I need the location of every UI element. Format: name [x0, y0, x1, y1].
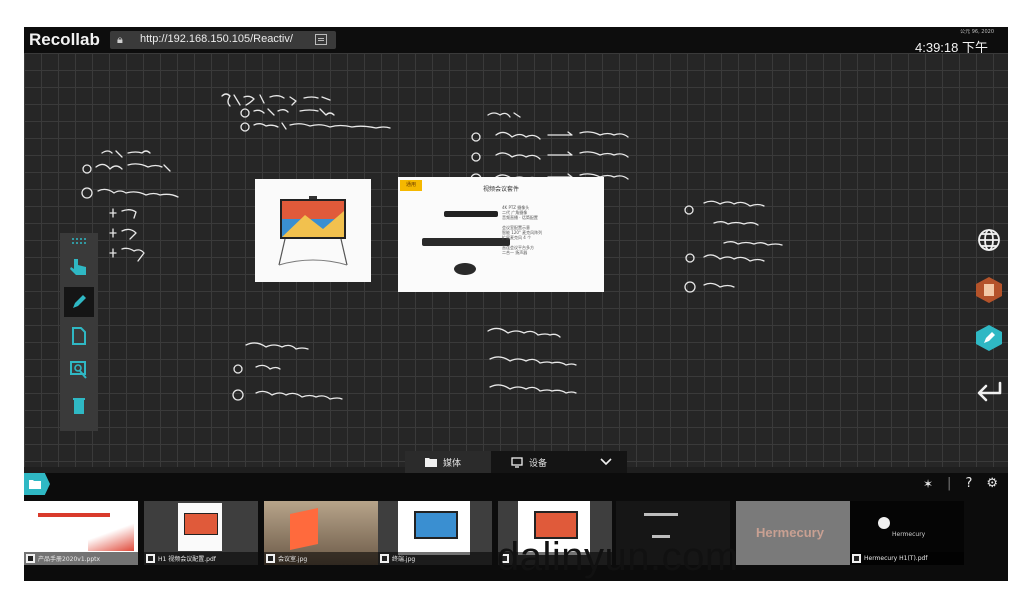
- pen-tool-button[interactable]: [64, 287, 94, 317]
- tray-item-caption: H1 视频会议配置.pdf: [144, 552, 258, 565]
- intro-preview-text: [644, 513, 678, 516]
- hermecury-preview-brand: Hermecury: [892, 531, 926, 538]
- tray-tools: ✶ | ? ⚙︎: [923, 476, 998, 491]
- image-file-icon: [380, 554, 389, 563]
- hand-pointer-icon: [70, 259, 86, 275]
- chevron-down-icon: [600, 458, 612, 466]
- select-tool-button[interactable]: [64, 251, 94, 281]
- browser-button[interactable]: [974, 225, 1004, 255]
- gear-icon[interactable]: ⚙︎: [986, 476, 998, 491]
- tab-devices-label: 设备: [529, 458, 548, 469]
- terminal-preview-screen: [414, 511, 458, 539]
- recollab-screen: Recollab 🔒︎ http://192.168.150.105/React…: [24, 27, 1008, 581]
- tray-item-hermecury-pdf[interactable]: Hermecury Hermecury H1(T).pdf: [850, 501, 964, 565]
- tray-item-meeting-room[interactable]: 会议室.jpg: [264, 501, 378, 565]
- slide-notes: 4K PTZ 摄像头 二代 广角摄像 音频直播 · 话筒配置 会议室配置示意 智…: [502, 205, 543, 255]
- app-launcher-button[interactable]: [974, 275, 1004, 305]
- note-tool-button[interactable]: [64, 321, 94, 351]
- url-text[interactable]: http://192.168.150.105/Reactiv/: [140, 33, 293, 45]
- grip-icon: [72, 238, 86, 244]
- monitor-icon: [511, 456, 523, 468]
- dock-tab-bar: 媒体 设备: [405, 451, 627, 473]
- tray-divider: |: [947, 476, 952, 491]
- pdf-preview-image: [184, 513, 218, 535]
- back-button[interactable]: [974, 376, 1004, 406]
- media-folder-button[interactable]: [24, 473, 50, 495]
- tab-media-label: 媒体: [443, 458, 462, 469]
- watermark-text: dalinyun.com: [497, 535, 739, 579]
- zoom-tool-button[interactable]: [64, 355, 94, 385]
- globe-icon: [978, 229, 1000, 251]
- ppt-preview-chart: [88, 521, 134, 551]
- ppt-preview-title: [38, 513, 110, 517]
- annotation-app-button[interactable]: [974, 323, 1004, 353]
- slide-title: 视频会议套件: [482, 186, 519, 193]
- pen-badge-icon: [976, 325, 1002, 351]
- tab-devices[interactable]: 设备: [497, 451, 577, 473]
- pdf-file-icon: [146, 554, 155, 563]
- product-slide-card[interactable]: 通用 视频会议套件 4K PTZ 摄像头 二代 广角摄像 音频直播 · 话筒配置…: [398, 177, 604, 292]
- dock-collapse-button[interactable]: [591, 451, 621, 473]
- connection-status-icon[interactable]: ✶: [923, 477, 933, 491]
- magnifier-icon: [70, 361, 87, 379]
- folder-icon: [425, 458, 437, 467]
- media-tray-header: ✶ | ? ⚙︎: [24, 473, 1008, 497]
- ppt-file-icon: [26, 554, 35, 563]
- tab-media[interactable]: 媒体: [405, 451, 491, 473]
- folder-open-icon: [29, 479, 41, 489]
- tools-panel: [60, 233, 98, 431]
- clock-date: 公元 96, 2020: [960, 29, 994, 35]
- toolbox-icon: [976, 277, 1002, 303]
- lock-icon: 🔒︎: [117, 33, 123, 46]
- document-icon: [72, 327, 86, 345]
- whiteboard-canvas[interactable]: 通用 视频会议套件 4K PTZ 摄像头 二代 广角摄像 音频直播 · 话筒配置…: [24, 53, 1008, 467]
- tray-item-caption: 终端.jpg: [378, 552, 492, 565]
- qr-icon[interactable]: [315, 34, 327, 45]
- room-preview-screen: [290, 508, 318, 550]
- trash-icon: [73, 398, 85, 414]
- drag-handle[interactable]: [64, 233, 94, 249]
- tray-item-caption: Hermecury H1(T).pdf: [850, 552, 964, 565]
- slide-camera: [444, 211, 498, 217]
- tray-item-ppt[interactable]: 产品手册2020v1.pptx: [24, 501, 138, 565]
- hermecury-preview-text: Hermecury: [756, 525, 824, 540]
- top-bar: Recollab 🔒︎ http://192.168.150.105/React…: [24, 27, 1008, 55]
- tray-item-caption: 产品手册2020v1.pptx: [24, 552, 138, 565]
- pdf-file-icon: [852, 554, 861, 563]
- tray-item-terminal[interactable]: 终端.jpg: [378, 501, 492, 565]
- slide-soundbar: [422, 238, 510, 246]
- tray-item-caption: 会议室.jpg: [264, 552, 378, 565]
- display-image-card[interactable]: [255, 179, 371, 282]
- hermecury-preview-logo: [878, 517, 890, 529]
- return-arrow-icon: [977, 381, 1002, 402]
- tray-item-pdf[interactable]: H1 视频会议配置.pdf: [144, 501, 258, 565]
- image-file-icon: [266, 554, 275, 563]
- delete-tool-button[interactable]: [64, 391, 94, 421]
- help-button[interactable]: ?: [965, 476, 972, 491]
- display-product-photo: [278, 196, 348, 266]
- tray-item-hermecury-logo[interactable]: Hermecury: [736, 501, 850, 565]
- url-bar[interactable]: 🔒︎ http://192.168.150.105/Reactiv/: [110, 31, 336, 49]
- slide-mic: [454, 263, 476, 275]
- pen-icon: [73, 295, 86, 308]
- brand-logo: Recollab: [29, 30, 100, 49]
